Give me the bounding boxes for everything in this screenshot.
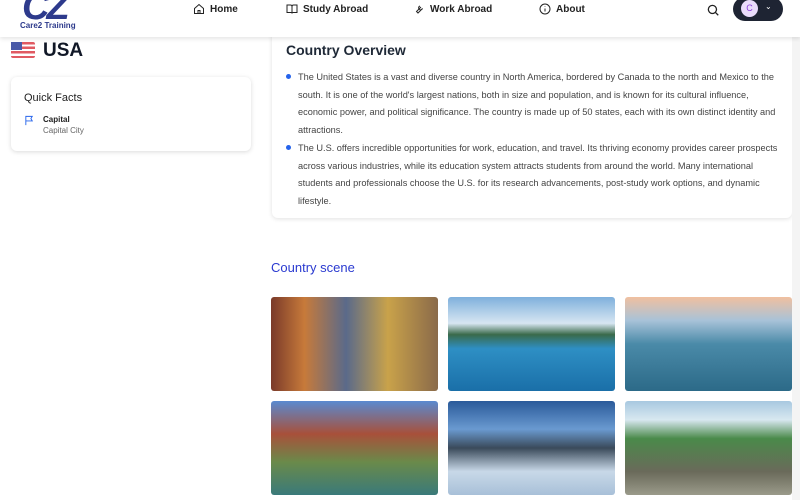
top-nav: CZ Care2 Training Home Study Abroad Work… — [0, 0, 800, 37]
scene-image-statue-of-liberty[interactable] — [625, 297, 792, 391]
scene-image-lake[interactable] — [448, 297, 615, 391]
user-menu-button[interactable]: C ⌄ — [733, 0, 783, 21]
usa-flag-icon — [11, 42, 35, 58]
nav-study-abroad[interactable]: Study Abroad — [286, 3, 368, 15]
scene-image-riverwalk[interactable] — [271, 401, 438, 495]
tools-icon — [415, 5, 423, 14]
logo[interactable]: CZ Care2 Training — [18, 0, 80, 34]
overview-title: Country Overview — [286, 42, 406, 58]
chevron-down-icon: ⌄ — [765, 2, 772, 11]
bullet-icon — [286, 145, 291, 150]
flag-icon — [25, 115, 34, 126]
fact-value: Capital City — [43, 126, 84, 135]
scene-image-times-square[interactable] — [271, 297, 438, 391]
bullet-icon — [286, 74, 291, 79]
overview-paragraph: The United States is a vast and diverse … — [286, 69, 782, 139]
nav-label: Work Abroad — [430, 3, 493, 15]
scene-image-mountain-hiker[interactable] — [625, 401, 792, 495]
paragraph-text: The United States is a vast and diverse … — [298, 72, 776, 135]
nav-label: Study Abroad — [303, 3, 369, 15]
paragraph-text: The U.S. offers incredible opportunities… — [298, 143, 778, 206]
search-icon[interactable] — [706, 3, 720, 17]
fact-label: Capital — [43, 115, 70, 124]
nav-label: Home — [210, 3, 238, 15]
logo-text: Care2 Training — [20, 21, 76, 30]
scrollbar[interactable] — [792, 37, 800, 500]
country-overview-card: Country Overview The United States is a … — [272, 30, 792, 218]
book-icon — [286, 4, 298, 14]
info-icon — [539, 3, 551, 15]
country-name: USA — [43, 40, 84, 61]
quick-facts-title: Quick Facts — [24, 92, 83, 104]
nav-about[interactable]: About — [539, 3, 585, 15]
avatar: C — [741, 0, 758, 17]
nav-label: About — [556, 3, 585, 15]
home-icon — [194, 3, 204, 14]
quick-facts-card: Quick Facts Capital Capital City — [11, 77, 251, 151]
nav-work-abroad[interactable]: Work Abroad — [413, 3, 492, 15]
scene-image-nyc-skyline[interactable] — [448, 401, 615, 495]
nav-home[interactable]: Home — [193, 3, 238, 15]
country-scene-title: Country scene — [271, 260, 355, 275]
overview-paragraph: The U.S. offers incredible opportunities… — [286, 140, 782, 210]
